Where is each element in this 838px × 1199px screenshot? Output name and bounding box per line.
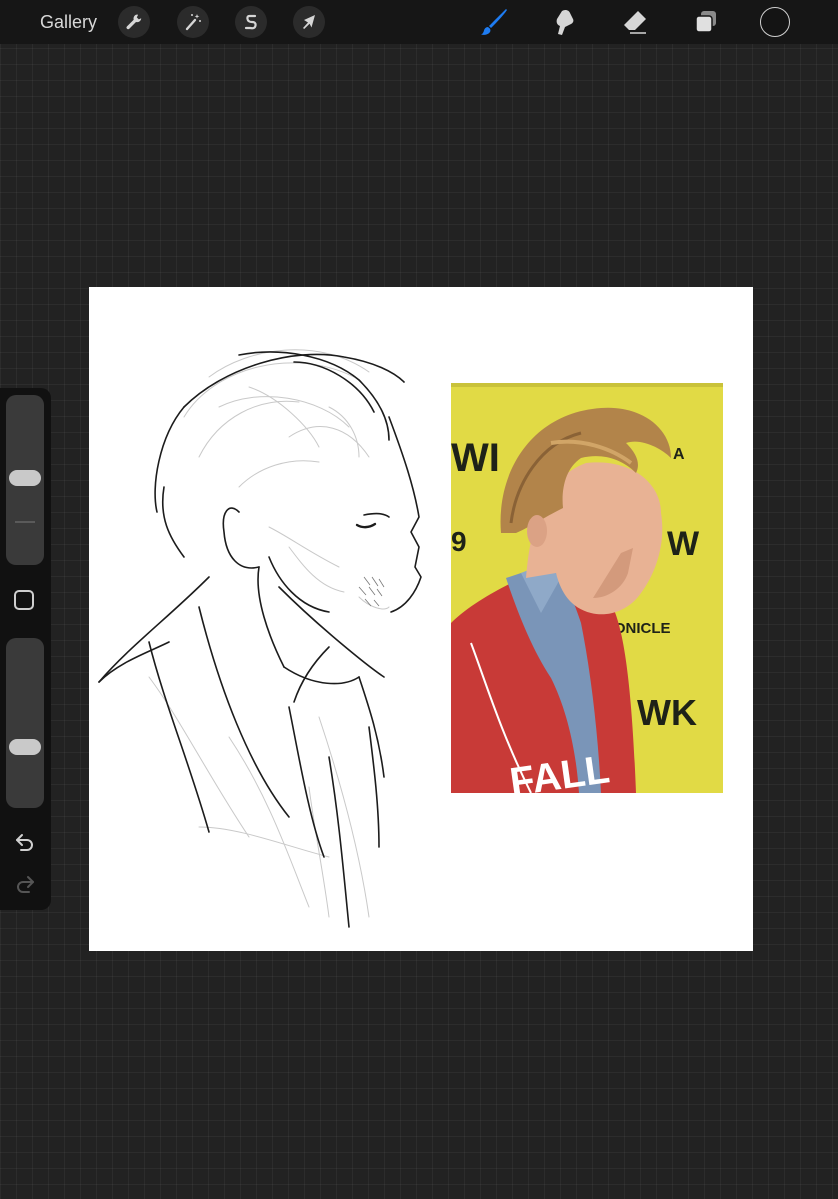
wall-text-wl: WI bbox=[451, 436, 500, 480]
undo-button[interactable] bbox=[13, 830, 37, 854]
brush-size-thumb[interactable] bbox=[9, 470, 41, 486]
wall-text-w: W bbox=[667, 525, 700, 563]
actions-button[interactable] bbox=[118, 6, 150, 38]
brush-size-slider[interactable] bbox=[6, 395, 44, 565]
magic-wand-icon bbox=[185, 14, 201, 31]
layers-icon bbox=[695, 11, 716, 33]
brush-tool-button[interactable] bbox=[478, 6, 510, 38]
eraser-tool-button[interactable] bbox=[619, 6, 651, 38]
opacity-thumb[interactable] bbox=[9, 739, 41, 755]
gallery-button[interactable]: Gallery bbox=[40, 11, 97, 33]
left-sidebar bbox=[0, 388, 51, 910]
wall-text-wk: WK bbox=[637, 692, 697, 733]
modify-button[interactable] bbox=[14, 590, 34, 610]
selection-s-icon bbox=[244, 14, 257, 30]
layers-button[interactable] bbox=[690, 6, 722, 38]
redo-button[interactable] bbox=[13, 872, 37, 896]
redo-icon bbox=[17, 876, 34, 893]
smudge-icon bbox=[556, 9, 574, 35]
color-picker-swatch[interactable] bbox=[760, 7, 790, 37]
reference-photo: WI A 9 W RONICLE WK FALL bbox=[451, 383, 723, 793]
drawing-canvas[interactable]: WI A 9 W RONICLE WK FALL bbox=[89, 287, 753, 951]
opacity-slider[interactable] bbox=[6, 638, 44, 808]
selection-button[interactable] bbox=[235, 6, 267, 38]
portrait-sketch bbox=[98, 349, 422, 928]
reference-photo-image: WI A 9 W RONICLE WK FALL bbox=[451, 383, 723, 793]
slider-detent bbox=[15, 521, 35, 523]
top-toolbar: Gallery bbox=[0, 0, 838, 44]
undo-icon bbox=[16, 834, 33, 851]
wall-text-9: 9 bbox=[451, 526, 467, 557]
smudge-tool-button[interactable] bbox=[549, 6, 581, 38]
wall-text-a: A bbox=[673, 446, 685, 463]
brush-icon bbox=[481, 9, 507, 35]
wrench-icon bbox=[126, 14, 142, 30]
transform-button[interactable] bbox=[293, 6, 325, 38]
eraser-icon bbox=[624, 11, 646, 34]
adjustments-button[interactable] bbox=[177, 6, 209, 38]
arrow-cursor-icon bbox=[303, 15, 315, 29]
